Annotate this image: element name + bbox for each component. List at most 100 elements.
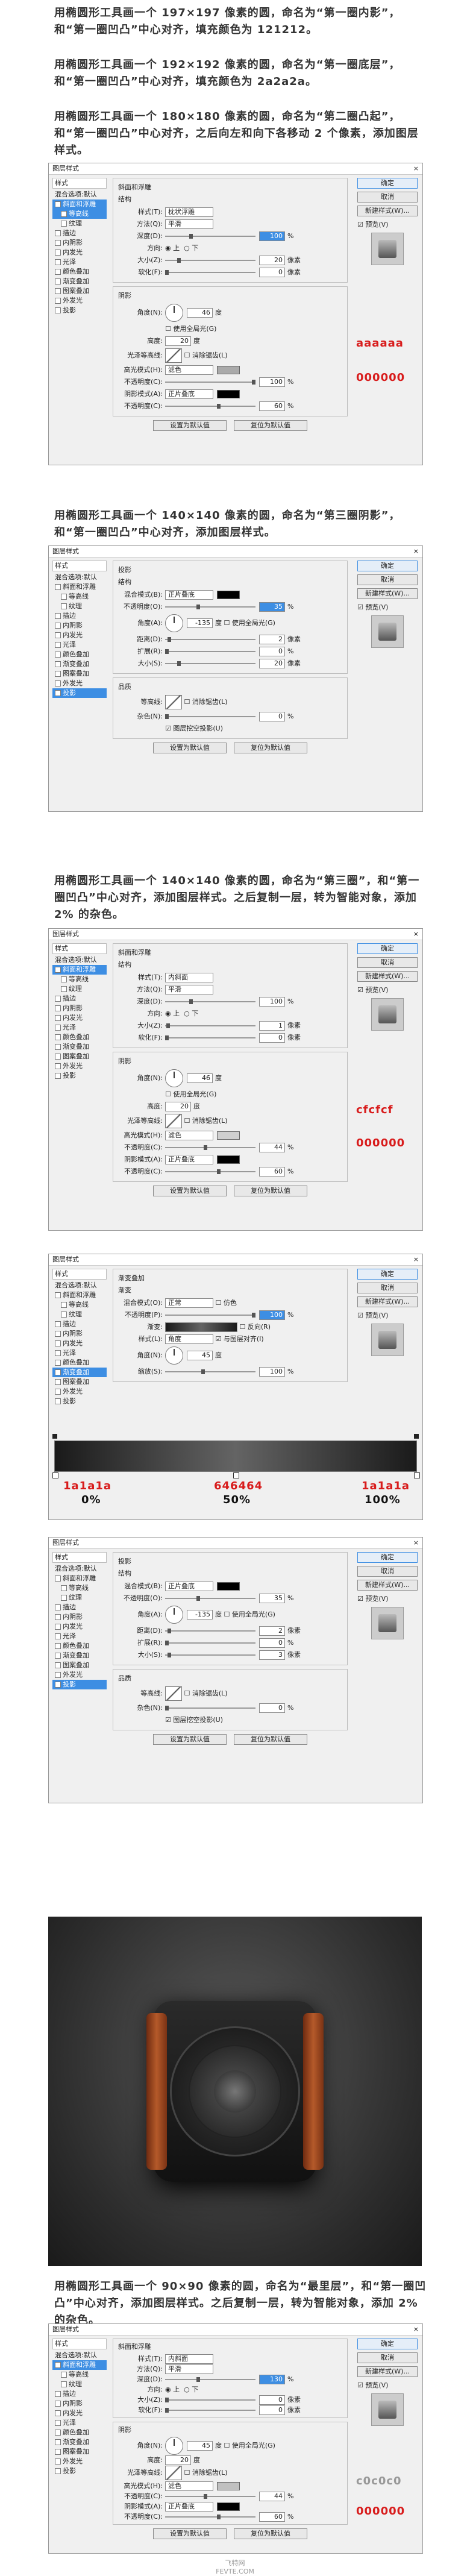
shadow-color-swatch[interactable]: [217, 390, 240, 398]
checkbox-icon[interactable]: [55, 1015, 61, 1021]
checkbox-icon[interactable]: [55, 2391, 61, 2397]
checkbox-icon[interactable]: [55, 671, 61, 677]
checkbox-icon[interactable]: [55, 632, 61, 638]
color-overlay-item[interactable]: 颜色叠加: [52, 1358, 107, 1368]
global-light-checkbox[interactable]: ☐ 使用全局光(G): [224, 1610, 275, 1618]
gloss-contour-icon[interactable]: [165, 2466, 182, 2480]
depth-input[interactable]: 130: [259, 2375, 285, 2384]
checkbox-icon[interactable]: [55, 690, 61, 696]
size-slider[interactable]: [165, 1653, 255, 1657]
global-light-checkbox[interactable]: ☐ 使用全局光(G): [224, 619, 275, 627]
shadow-color-swatch[interactable]: [217, 591, 240, 599]
color-overlay-item[interactable]: 颜色叠加: [52, 267, 107, 277]
global-light-checkbox[interactable]: ☐ 使用全局光(G): [165, 325, 216, 333]
opacity-slider[interactable]: [165, 1596, 255, 1601]
checkbox-icon[interactable]: [55, 1340, 61, 1346]
inner-shadow-item[interactable]: 内阴影: [52, 621, 107, 630]
gloss-contour-icon[interactable]: [165, 1114, 182, 1128]
direction-down-radio[interactable]: ○ 下: [184, 244, 198, 252]
slider-knob[interactable]: [217, 404, 221, 409]
styles-header[interactable]: 样式: [52, 178, 107, 189]
checkbox-icon[interactable]: [55, 1653, 61, 1659]
knockout-checkbox[interactable]: ☑ 图层挖空投影(U): [165, 724, 223, 732]
checkbox-icon[interactable]: [61, 1302, 67, 1308]
cancel-button[interactable]: 取消: [357, 574, 418, 585]
checkbox-icon[interactable]: [55, 1034, 61, 1040]
cancel-button[interactable]: 取消: [357, 1566, 418, 1577]
blend-select[interactable]: 正常: [165, 1298, 213, 1308]
color-stop-3[interactable]: [414, 1472, 420, 1478]
checkbox-icon[interactable]: [55, 584, 61, 590]
opacity-stop-right[interactable]: [414, 1434, 419, 1439]
checkbox-icon[interactable]: [55, 278, 61, 284]
ok-button[interactable]: 确定: [357, 1269, 418, 1280]
ok-button[interactable]: 确定: [357, 1552, 418, 1563]
pattern-overlay-item[interactable]: 图案叠加: [52, 2447, 107, 2457]
contour-item[interactable]: 等高线: [52, 2370, 107, 2380]
slider-knob[interactable]: [196, 605, 200, 609]
inner-glow-item[interactable]: 内发光: [52, 630, 107, 640]
anti-alias-checkbox[interactable]: ☐ 消除锯齿(L): [184, 698, 228, 706]
slider-knob[interactable]: [177, 661, 181, 666]
angle-input[interactable]: -135: [187, 1610, 213, 1619]
color-stop-1[interactable]: [52, 1472, 58, 1478]
contour-item[interactable]: 等高线: [52, 1300, 107, 1310]
blend-options-item[interactable]: 混合选项:默认: [52, 1281, 107, 1290]
close-icon[interactable]: ×: [413, 1538, 419, 1548]
checkbox-icon[interactable]: [55, 298, 61, 304]
gradient-editor-bar[interactable]: [52, 1434, 420, 1478]
blend-options-item[interactable]: 混合选项:默认: [52, 2351, 107, 2360]
soften-input[interactable]: 0: [259, 2405, 285, 2415]
satin-item[interactable]: 光泽: [52, 1023, 107, 1032]
opacity-slider[interactable]: [165, 605, 255, 609]
style-select[interactable]: 内斜面: [165, 973, 213, 982]
blend-options-item[interactable]: 混合选项:默认: [52, 573, 107, 582]
checkbox-icon[interactable]: [55, 1682, 61, 1688]
set-default-button[interactable]: 设置为默认值: [153, 1734, 227, 1745]
highlight-opacity-slider[interactable]: [165, 2494, 255, 2499]
new-style-button[interactable]: 新建样式(W)...: [357, 588, 418, 599]
new-style-button[interactable]: 新建样式(W)...: [357, 971, 418, 982]
styles-header[interactable]: 样式: [52, 2339, 107, 2349]
checkbox-icon[interactable]: [55, 259, 61, 265]
spread-slider[interactable]: [165, 649, 255, 654]
styles-header[interactable]: 样式: [52, 1552, 107, 1563]
checkbox-icon[interactable]: [55, 652, 61, 658]
inner-glow-item[interactable]: 内发光: [52, 248, 107, 257]
highlight-mode-select[interactable]: 滤色: [165, 1131, 213, 1140]
size-slider[interactable]: [165, 258, 255, 263]
texture-item[interactable]: 纹理: [52, 984, 107, 994]
noise-input[interactable]: 0: [259, 1703, 285, 1713]
soften-slider[interactable]: [165, 270, 255, 275]
gradient-overlay-item[interactable]: 渐变叠加: [52, 1651, 107, 1660]
shadow-opacity-input[interactable]: 60: [259, 2512, 285, 2522]
blend-options-item[interactable]: 混合选项:默认: [52, 190, 107, 199]
slider-knob[interactable]: [165, 714, 169, 719]
slider-knob[interactable]: [166, 1023, 170, 1028]
direction-up-radio[interactable]: ◉ 上: [165, 244, 180, 252]
reset-default-button[interactable]: 复位为默认值: [234, 743, 307, 753]
soften-slider[interactable]: [165, 1035, 255, 1040]
checkbox-icon[interactable]: [55, 288, 61, 294]
checkbox-icon[interactable]: [61, 221, 67, 227]
spread-input[interactable]: 0: [259, 647, 285, 656]
dither-checkbox[interactable]: ☐ 仿色: [216, 1299, 237, 1307]
ok-button[interactable]: 确定: [357, 2339, 418, 2349]
highlight-color-swatch[interactable]: [217, 2482, 240, 2490]
outer-glow-item[interactable]: 外发光: [52, 1670, 107, 1680]
method-select[interactable]: 平滑: [165, 219, 213, 229]
checkbox-icon[interactable]: [55, 1292, 61, 1298]
slider-knob[interactable]: [189, 999, 193, 1004]
blend-options-item[interactable]: 混合选项:默认: [52, 1564, 107, 1574]
outer-glow-item[interactable]: 外发光: [52, 2457, 107, 2466]
close-icon[interactable]: ×: [413, 1254, 419, 1265]
slider-knob[interactable]: [168, 1629, 171, 1633]
satin-item[interactable]: 光泽: [52, 2418, 107, 2428]
blend-select[interactable]: 正片叠底: [165, 1582, 213, 1591]
contour-item[interactable]: 等高线: [52, 592, 107, 602]
preview-checkbox[interactable]: ☑ 预览(V): [357, 1594, 418, 1603]
blend-select[interactable]: 正片叠底: [165, 590, 213, 600]
inner-shadow-item[interactable]: 内阴影: [52, 1612, 107, 1622]
depth-slider[interactable]: [165, 234, 255, 239]
anti-alias-checkbox[interactable]: ☐ 消除锯齿(L): [184, 1689, 228, 1697]
